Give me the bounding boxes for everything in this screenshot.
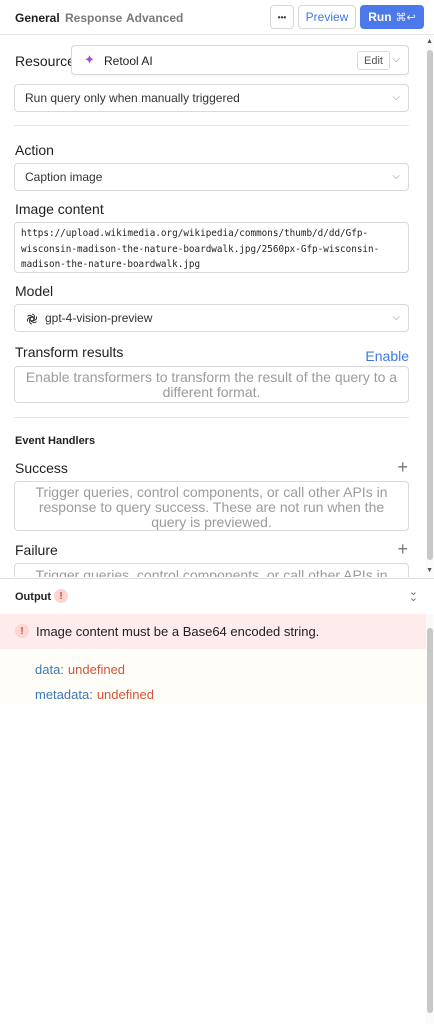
output-title: Output [15,591,52,603]
success-label: Success [15,460,68,476]
event-handlers-title: Event Handlers [15,435,96,447]
add-failure-handler-button[interactable]: + [397,539,408,560]
output-header: Output ! ⌄ ⌄ [0,578,434,614]
divider [14,417,409,418]
success-handlers-box[interactable]: Trigger queries, control components, or … [14,481,409,531]
chevron-down-icon: ⌵ [392,170,400,182]
run-label: Run [368,10,392,24]
collapse-chevron-icon[interactable]: ⌄ ⌄ [409,587,418,604]
image-content-line: wisconsin-madison-the-nature-boardwalk.j… [21,243,380,255]
chevron-down-icon: ⌵ [392,311,400,323]
transform-results-label: Transform results [15,344,124,360]
failure-handlers-box[interactable]: Trigger queries, control components, or … [14,563,409,577]
result-value: undefined [96,687,154,702]
output-result: data: undefined metadata: undefined [0,649,426,705]
scroll-down-arrow-icon[interactable]: ▼ [426,567,433,574]
result-row-data: data: undefined [35,662,125,677]
error-message: Image content must be a Base64 encoded s… [36,624,320,639]
result-key: metadata: [35,687,93,702]
action-select[interactable]: Caption image ⌵ [14,163,409,191]
editor-scrollbar-thumb[interactable] [427,50,433,560]
model-select[interactable]: gpt-4-vision-preview ⌵ [14,304,409,332]
error-icon: ! [15,624,29,638]
image-content-input[interactable]: https://upload.wikimedia.org/wikipedia/c… [14,222,409,273]
divider [14,125,409,126]
image-content-line: madison-the-nature-boardwalk.jpg [21,259,201,270]
resource-selector[interactable]: ✦ Retool AI Edit ⌵ [71,45,409,75]
chevron-down-icon: ⌵ [392,53,400,65]
model-label: Model [15,283,54,299]
edit-resource-button[interactable]: Edit [357,51,390,70]
result-value: undefined [67,662,126,677]
preview-button[interactable]: Preview [298,5,356,29]
image-content-line: https://upload.wikimedia.org/wikipedia/c… [21,228,369,239]
add-success-handler-button[interactable]: + [397,457,408,478]
chevron-down-icon: ⌵ [392,91,400,103]
more-icon: ••• [277,12,287,22]
result-key: data: [35,662,64,677]
run-button[interactable]: Run ⌘↩ [360,5,424,29]
query-editor-header: General Response Advanced ••• Preview Ru… [0,0,434,35]
action-value: Caption image [25,170,103,184]
openai-icon [26,313,38,325]
output-scrollbar-thumb[interactable] [427,628,433,1013]
trigger-mode-value: Run query only when manually triggered [25,91,240,105]
tab-response[interactable]: Response [65,11,122,25]
result-row-metadata: metadata: undefined [35,687,154,702]
sparkle-icon: ✦ [84,52,95,67]
query-editor-body: Resource ✦ Retool AI Edit ⌵ Run query on… [0,36,434,577]
error-banner: ! Image content must be a Base64 encoded… [0,614,426,649]
trigger-mode-select[interactable]: Run query only when manually triggered ⌵ [14,84,409,112]
resource-name: Retool AI [104,54,153,68]
failure-label: Failure [15,542,58,558]
enable-transform-link[interactable]: Enable [365,348,409,364]
model-value: gpt-4-vision-preview [45,311,153,325]
scroll-up-arrow-icon[interactable]: ▲ [426,38,433,45]
resource-label: Resource [15,53,75,69]
tab-advanced[interactable]: Advanced [126,11,183,25]
image-content-label: Image content [15,201,104,217]
tab-general[interactable]: General [15,11,60,25]
more-options-button[interactable]: ••• [270,5,294,29]
run-shortcut: ⌘↩ [395,11,416,24]
transform-input[interactable]: Enable transformers to transform the res… [14,366,409,403]
error-badge-icon: ! [54,589,68,603]
action-label: Action [15,142,54,158]
